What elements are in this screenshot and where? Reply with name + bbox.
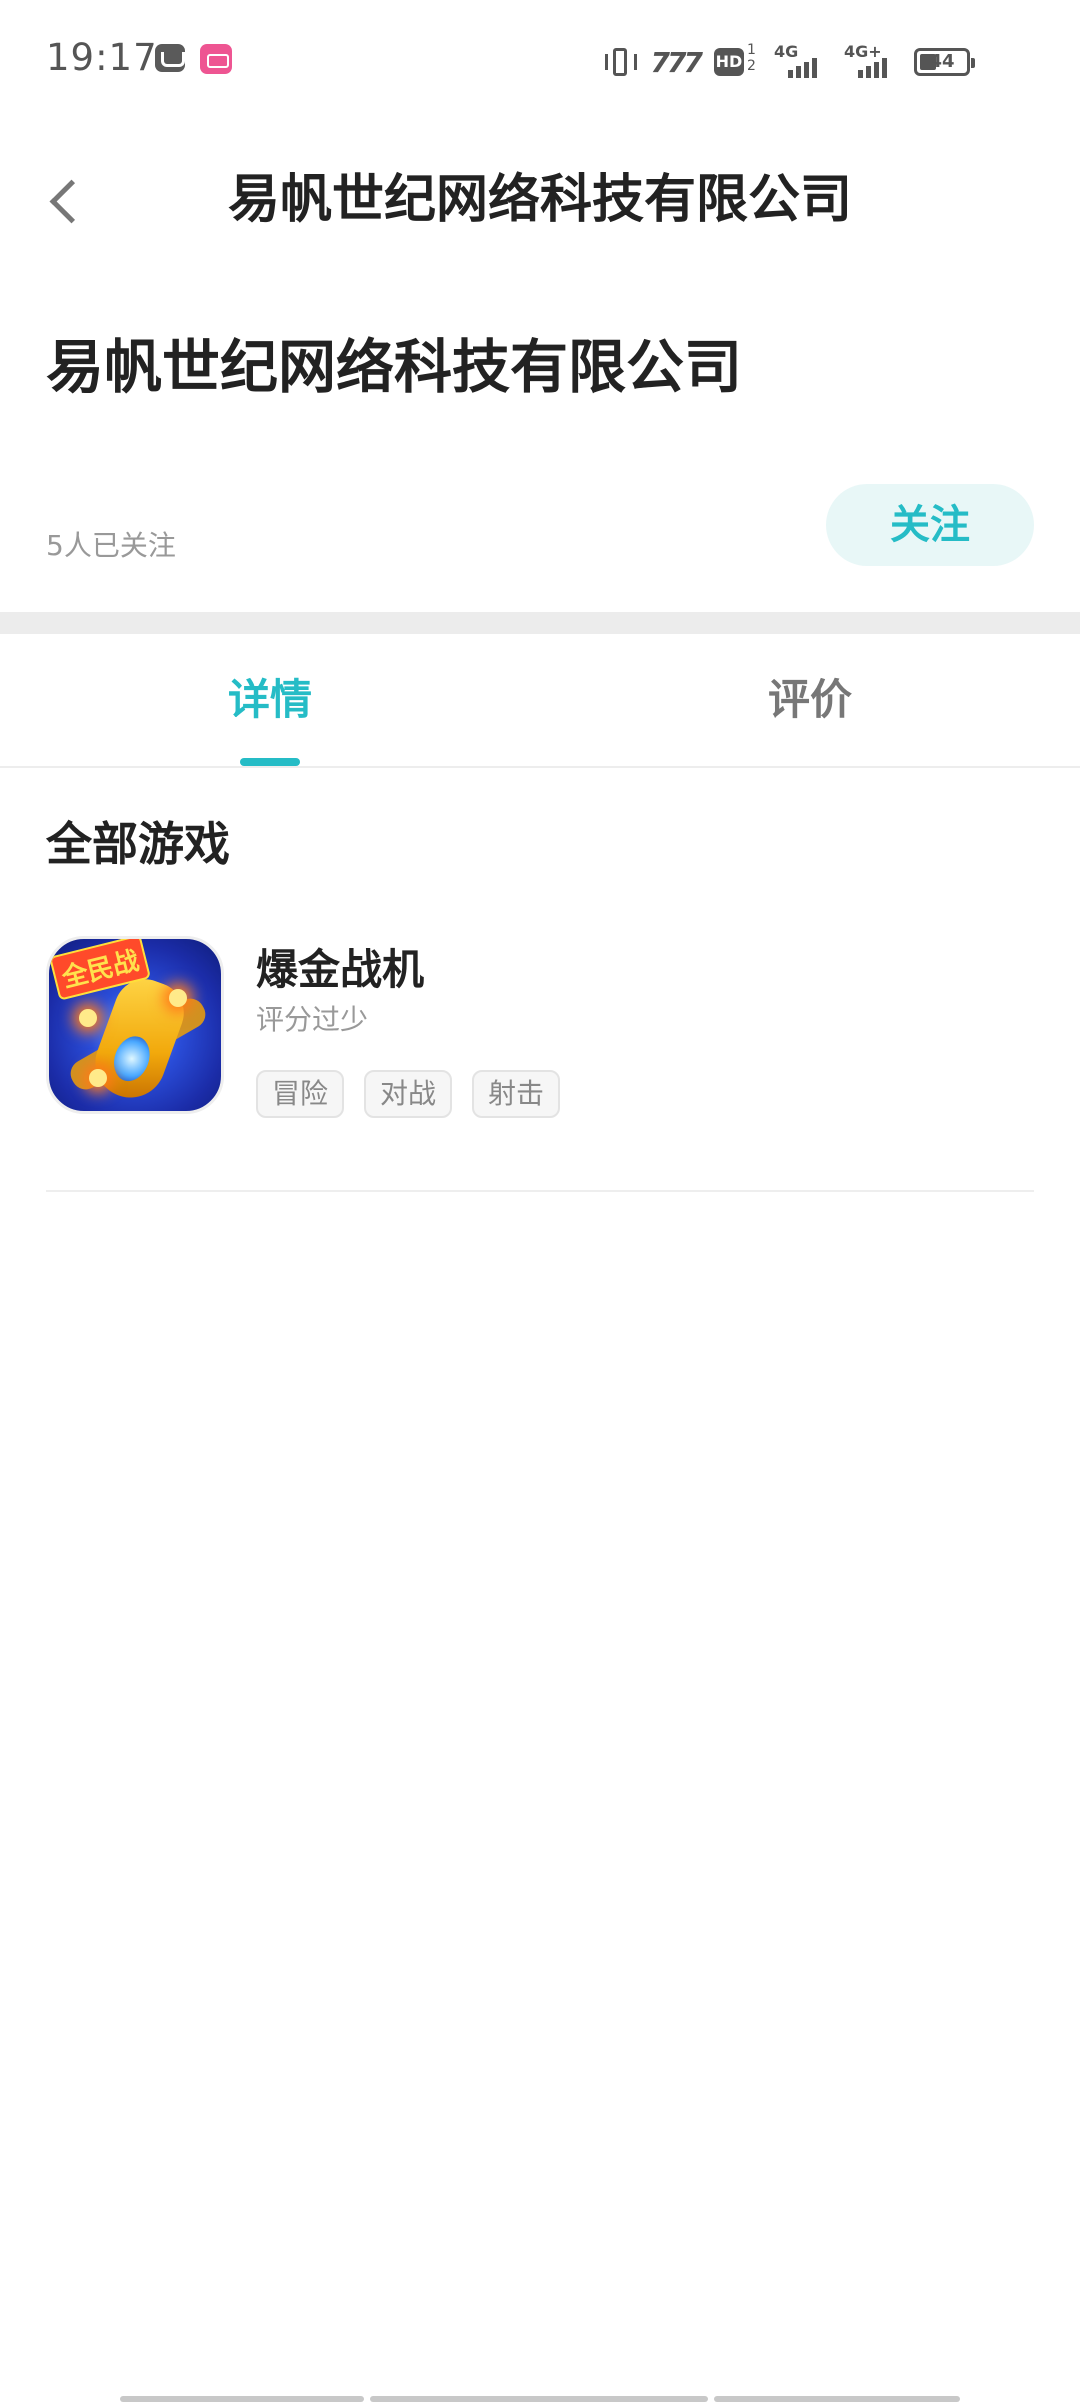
active-tab-indicator xyxy=(240,758,300,766)
game-tags: 冒险 对战 射击 xyxy=(256,1070,561,1118)
game-tag[interactable]: 冒险 xyxy=(256,1070,345,1118)
status-time: 19:17 xyxy=(46,36,158,79)
section-title-all-games: 全部游戏 xyxy=(46,817,230,871)
followers-count: 5人已关注 xyxy=(46,529,176,562)
status-bar: 19:17 777 HD 1 2 4G 4G+ 44 xyxy=(0,0,1080,120)
signal-4gplus-icon: 4G+ xyxy=(844,42,900,80)
battery-level: 44 xyxy=(929,51,955,72)
tab-bar: 详情 评价 xyxy=(0,634,1080,768)
signal-4g-icon: 4G xyxy=(774,42,830,80)
message-app-icon xyxy=(155,44,185,72)
game-tag[interactable]: 对战 xyxy=(364,1070,453,1118)
game-name[interactable]: 爆金战机 xyxy=(256,936,424,997)
network-speed-icon: 777 xyxy=(650,45,703,79)
page-title: 易帆世纪网络科技有限公司 xyxy=(227,170,852,230)
game-list-item[interactable]: 全民战 爆金战机 评分过少 冒险 对战 射击 xyxy=(46,932,1036,1122)
hd-label: HD xyxy=(714,48,744,76)
battery-icon: 44 xyxy=(914,48,975,76)
game-tag[interactable]: 射击 xyxy=(472,1070,561,1118)
status-icons: 777 HD 1 2 4G 4G+ 44 xyxy=(604,40,975,84)
bilibili-app-icon xyxy=(200,44,232,74)
section-divider-band xyxy=(0,612,1080,634)
game-icon[interactable]: 全民战 xyxy=(46,936,224,1114)
vibrate-icon xyxy=(604,46,637,78)
gesture-navigation-bar[interactable] xyxy=(120,2396,960,2402)
back-arrow-icon[interactable] xyxy=(42,170,102,230)
tab-reviews[interactable]: 评价 xyxy=(730,634,890,766)
top-app-bar: 易帆世纪网络科技有限公司 xyxy=(0,140,1080,260)
list-divider xyxy=(46,1190,1034,1192)
tab-details[interactable]: 详情 xyxy=(190,634,350,766)
follow-button[interactable]: 关注 xyxy=(826,484,1034,566)
company-name: 易帆世纪网络科技有限公司 xyxy=(46,333,743,401)
hd-icon: HD 1 2 xyxy=(714,42,760,78)
hd-superscript: 1 2 xyxy=(747,42,756,74)
game-rating: 评分过少 xyxy=(256,1003,369,1036)
